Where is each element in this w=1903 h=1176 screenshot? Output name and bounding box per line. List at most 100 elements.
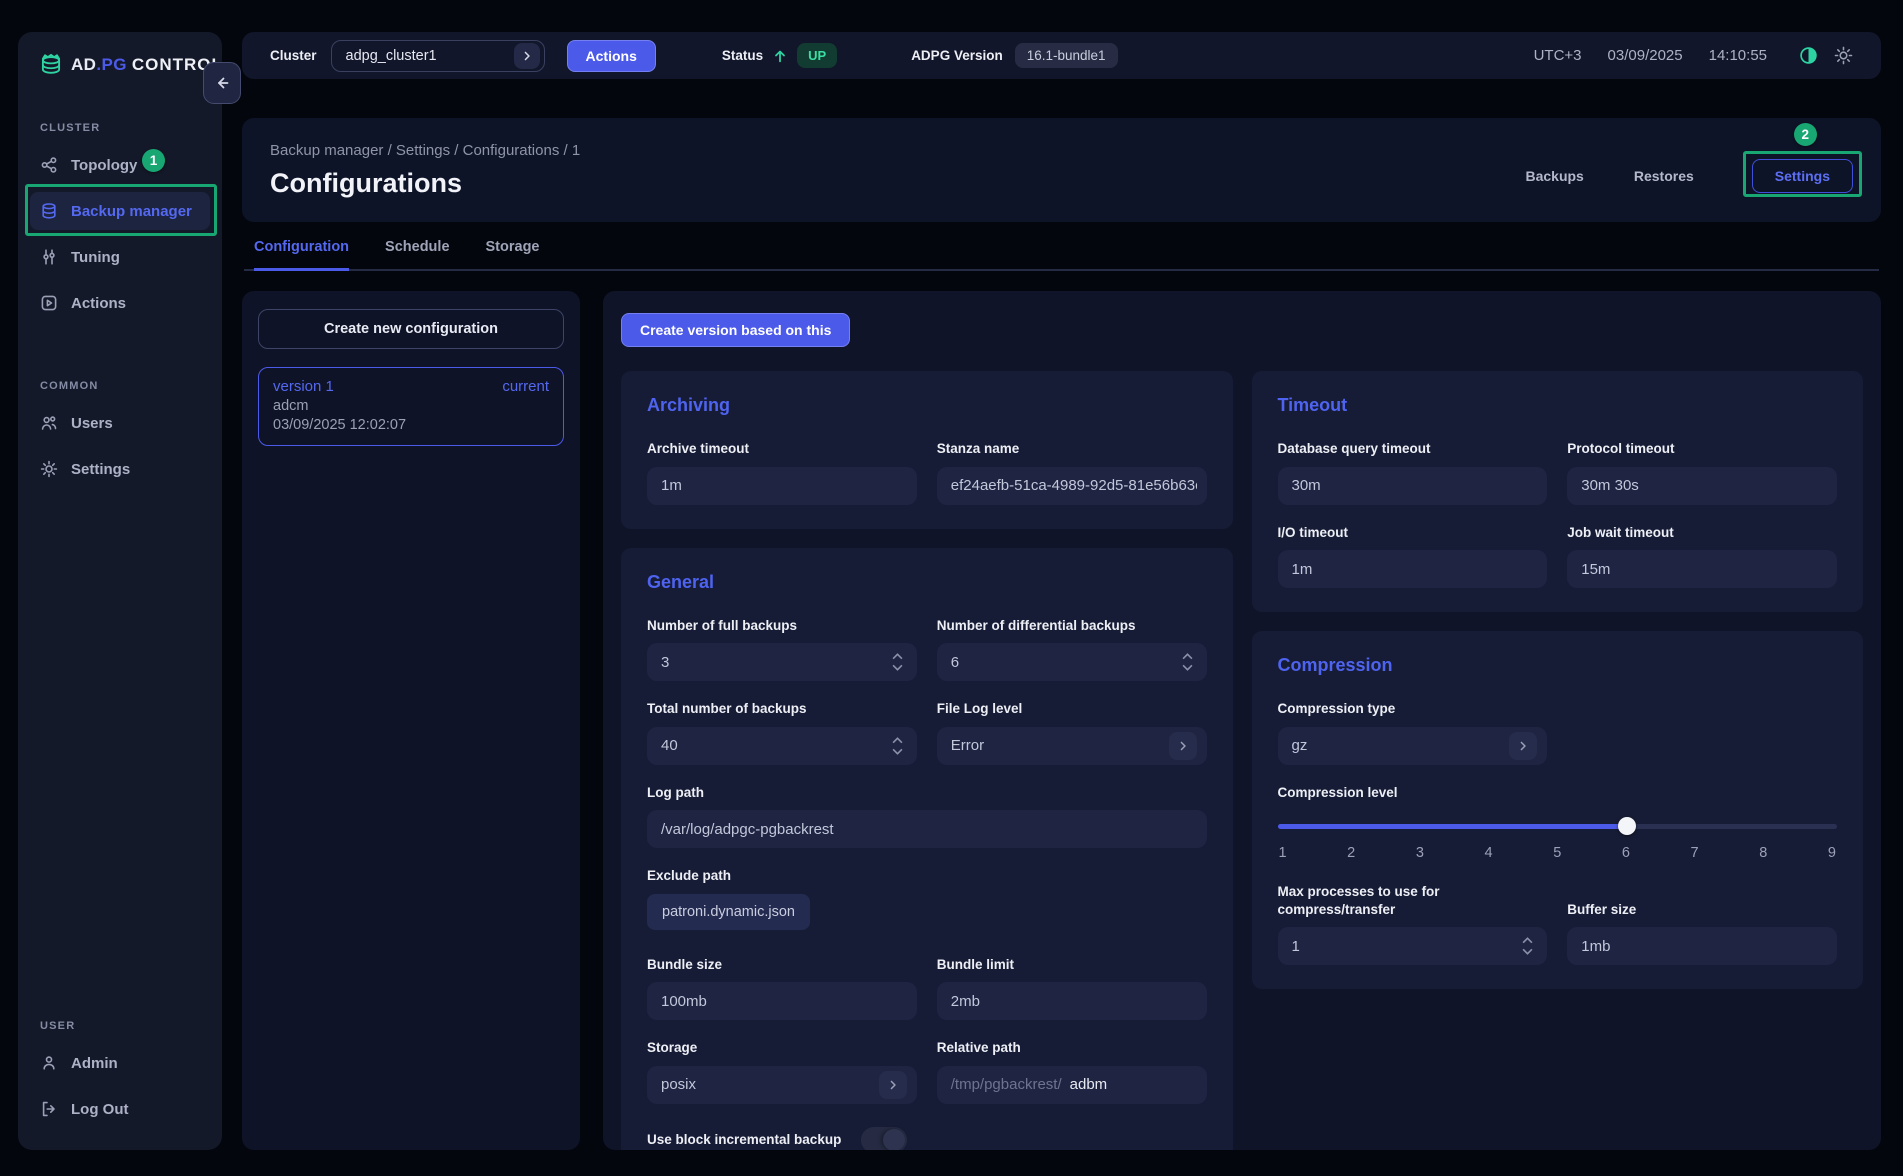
create-new-configuration-button[interactable]: Create new configuration — [258, 309, 564, 349]
stepper-icons[interactable] — [888, 653, 907, 671]
buffer-size-input[interactable]: 1mb — [1567, 927, 1837, 965]
exclude-path-label: Exclude path — [647, 867, 1207, 885]
total-backups-stepper[interactable]: 40 — [647, 727, 917, 765]
compression-level-label: Compression level — [1278, 784, 1838, 802]
field-spacer — [1567, 700, 1837, 765]
actions-button[interactable]: Actions — [567, 40, 656, 72]
sidebar-item-label: Tuning — [71, 249, 120, 266]
tab-configuration[interactable]: Configuration — [254, 239, 349, 271]
sidebar-section-cluster: CLUSTER — [40, 122, 210, 134]
archiving-title: Archiving — [647, 395, 1207, 416]
breadcrumb[interactable]: Backup manager / Settings / Configuratio… — [270, 142, 580, 159]
sidebar-item-admin[interactable]: Admin — [30, 1044, 210, 1082]
version-author: adcm — [273, 398, 549, 414]
sun-icon[interactable] — [1834, 46, 1853, 65]
compression-type-select[interactable]: gz — [1278, 727, 1548, 765]
relative-path-input[interactable]: /tmp/pgbackrest/ adbm — [937, 1066, 1207, 1104]
restores-button[interactable]: Restores — [1616, 160, 1712, 192]
sidebar-item-label: Users — [71, 415, 113, 432]
io-timeout-input[interactable]: 1m — [1278, 550, 1548, 588]
stepper-icons[interactable] — [1518, 937, 1537, 955]
stepper-icons[interactable] — [1178, 653, 1197, 671]
version-date: 03/09/2025 12:02:07 — [273, 417, 549, 433]
sidebar-item-logout[interactable]: Log Out — [30, 1090, 210, 1128]
job-wait-timeout-label: Job wait timeout — [1567, 524, 1837, 542]
stepper-icons[interactable] — [888, 737, 907, 755]
max-processes-label: Max processes to use for compress/transf… — [1278, 883, 1528, 918]
sidebar-spacer — [30, 330, 210, 380]
timeout-card: Timeout Database query timeout 30m Proto — [1252, 371, 1864, 612]
date-text: 03/09/2025 — [1608, 47, 1683, 64]
page-header: Backup manager / Settings / Configuratio… — [242, 118, 1881, 222]
version-current-badge: current — [502, 378, 549, 395]
time-text: 14:10:55 — [1709, 47, 1767, 64]
archive-timeout-input[interactable]: 1m — [647, 467, 917, 505]
database-crown-logo-icon — [38, 52, 64, 78]
stanza-name-label: Stanza name — [937, 440, 1207, 458]
version-card[interactable]: version 1 current adcm 03/09/2025 12:02:… — [258, 367, 564, 446]
sidebar-item-settings[interactable]: Settings — [30, 450, 210, 488]
arrow-left-icon — [213, 74, 231, 92]
stanza-name-input[interactable]: ef24aefb-51ca-4989-92d5-81e56b63cc — [937, 467, 1207, 505]
archiving-card: Archiving Archive timeout 1m Stanza name — [621, 371, 1233, 529]
max-processes-stepper[interactable]: 1 — [1278, 927, 1548, 965]
io-timeout-label: I/O timeout — [1278, 524, 1548, 542]
version-name: version 1 — [273, 378, 334, 395]
bundle-size-input[interactable]: 100mb — [647, 982, 917, 1020]
create-version-button[interactable]: Create version based on this — [621, 313, 850, 347]
timezone-text: UTC+3 — [1534, 47, 1582, 64]
sidebar-item-label: Settings — [71, 461, 130, 478]
block-incremental-toggle[interactable] — [861, 1127, 907, 1150]
storage-select[interactable]: posix — [647, 1066, 917, 1104]
compression-type-label: Compression type — [1278, 700, 1548, 718]
settings-button-wrap: Settings 2 — [1752, 159, 1853, 193]
tab-storage[interactable]: Storage — [486, 239, 540, 269]
bundle-limit-input[interactable]: 2mb — [937, 982, 1207, 1020]
total-backups-label: Total number of backups — [647, 700, 917, 718]
compression-title: Compression — [1278, 655, 1838, 676]
versions-panel: Create new configuration version 1 curre… — [242, 291, 580, 1150]
settings-button[interactable]: Settings — [1752, 159, 1853, 193]
play-square-icon — [40, 294, 58, 312]
bundle-size-label: Bundle size — [647, 956, 917, 974]
job-wait-timeout-input[interactable]: 15m — [1567, 550, 1837, 588]
theme-toggle-icon[interactable] — [1799, 46, 1818, 65]
annotation-badge-2: 2 — [1794, 123, 1817, 146]
chevron-right-icon — [879, 1071, 907, 1099]
full-backups-stepper[interactable]: 3 — [647, 643, 917, 681]
cluster-select[interactable]: adpg_cluster1 — [331, 40, 545, 72]
sidebar-item-label: Backup manager — [71, 203, 192, 220]
person-icon — [40, 1054, 58, 1072]
protocol-timeout-label: Protocol timeout — [1567, 440, 1837, 458]
sidebar-item-actions[interactable]: Actions — [30, 284, 210, 322]
log-path-input[interactable]: /var/log/adpgc-pgbackrest — [647, 810, 1207, 848]
sidebar-item-topology[interactable]: Topology — [30, 146, 210, 184]
adpg-version-label: ADPG Version — [911, 48, 1003, 63]
app-logo: AD.PGCONTROL — [38, 52, 210, 78]
file-log-level-select[interactable]: Error — [937, 727, 1207, 765]
arrow-up-icon — [772, 48, 788, 64]
cluster-select-value: adpg_cluster1 — [346, 48, 514, 64]
relative-path-prefix: /tmp/pgbackrest/ — [951, 1076, 1062, 1093]
archive-timeout-label: Archive timeout — [647, 440, 917, 458]
block-incremental-label: Use block incremental backup — [647, 1131, 841, 1149]
exclude-path-chip[interactable]: patroni.dynamic.json — [647, 894, 810, 930]
annotation-badge-1: 1 — [142, 149, 165, 172]
logo-text: AD.PGCONTROL — [71, 55, 223, 75]
sidebar-item-tuning[interactable]: Tuning — [30, 238, 210, 276]
sidebar-collapse-button[interactable] — [203, 62, 241, 104]
compression-level-knob[interactable] — [1618, 817, 1636, 835]
tab-schedule[interactable]: Schedule — [385, 239, 449, 269]
sidebar-item-users[interactable]: Users — [30, 404, 210, 442]
protocol-timeout-input[interactable]: 30m 30s — [1567, 467, 1837, 505]
backups-button[interactable]: Backups — [1507, 160, 1601, 192]
sidebar-item-backup-manager[interactable]: Backup manager 1 — [30, 192, 210, 230]
sidebar-item-label: Admin — [71, 1055, 118, 1072]
app-root: AD.PGCONTROL CLUSTER Topology — [0, 0, 1903, 1176]
general-card: General Number of full backups 3 — [621, 548, 1233, 1150]
topbar-icons — [1799, 46, 1853, 65]
db-query-timeout-input[interactable]: 30m — [1278, 467, 1548, 505]
compression-level-slider[interactable] — [1278, 817, 1838, 835]
diff-backups-stepper[interactable]: 6 — [937, 643, 1207, 681]
full-backups-label: Number of full backups — [647, 617, 917, 635]
